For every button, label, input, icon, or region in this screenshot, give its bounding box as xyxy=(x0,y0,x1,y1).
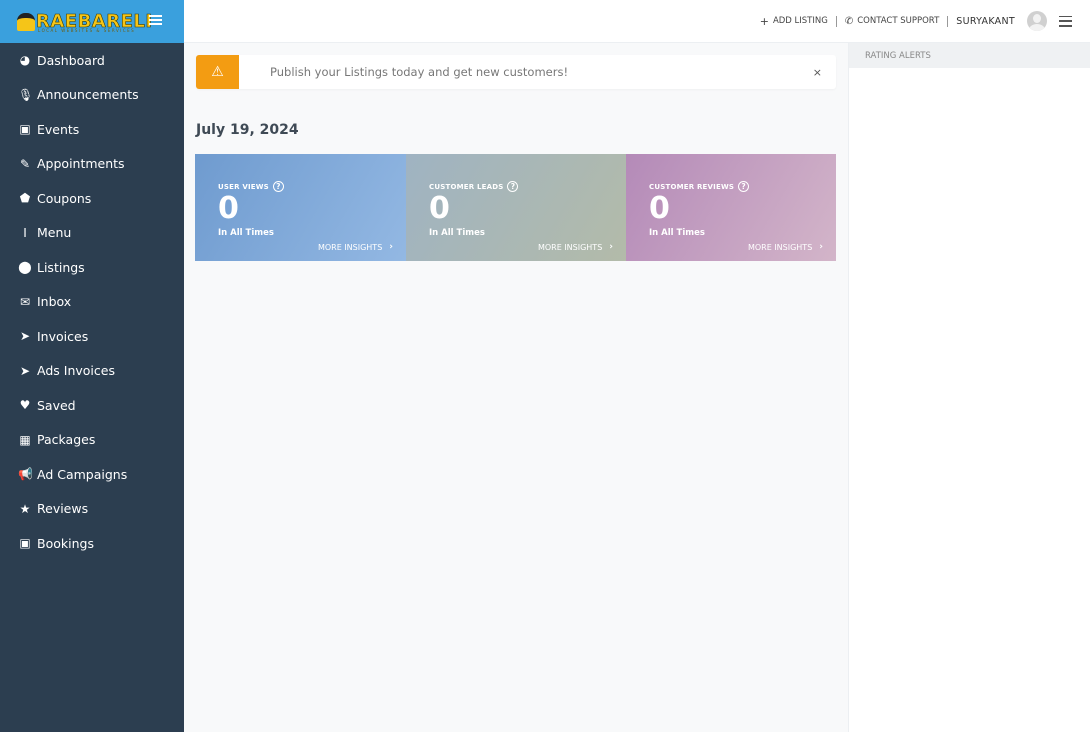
sidebar-item-listings[interactable]: ⬤ Listings xyxy=(0,250,184,285)
edit-icon: ✎ xyxy=(19,156,31,171)
sidebar-item-label: Appointments xyxy=(37,156,125,172)
avatar[interactable] xyxy=(1027,11,1047,31)
chevron-right-icon: › xyxy=(819,242,823,252)
user-views-card: USER VIEWS? 0 In All Times MORE INSIGHTS… xyxy=(195,154,406,261)
card-value: 0 xyxy=(649,191,670,226)
sidebar-item-label: Inbox xyxy=(37,294,72,310)
brand-tagline: LOCAL WEBSITES & SERVICES xyxy=(38,28,136,33)
divider xyxy=(947,15,949,27)
publish-alert: ⚠ Publish your Listings today and get ne… xyxy=(196,55,836,89)
sidebar-nav: ◕ Dashboard 🎙 Announcements ▣ Events ✎ Appoi… xyxy=(0,43,184,561)
contact-support-label: CONTACT SUPPORT xyxy=(857,16,940,26)
microphone-icon: 🎙 xyxy=(18,87,34,102)
plus-icon: + xyxy=(759,14,769,28)
sidebar-item-label: Announcements xyxy=(37,87,139,103)
envelope-icon: ✉ xyxy=(19,294,31,309)
sidebar-item-bookings[interactable]: ▣ Bookings xyxy=(0,526,184,561)
paper-plane-icon: ➤ xyxy=(19,329,31,344)
logo-icon xyxy=(17,12,35,31)
calendar-icon: ▣ xyxy=(19,122,31,137)
more-insights-label: MORE INSIGHTS xyxy=(537,242,603,252)
card-subtitle: In All Times xyxy=(218,228,274,238)
sidebar-item-events[interactable]: ▣ Events xyxy=(0,112,184,147)
sidebar-item-announcements[interactable]: 🎙 Announcements xyxy=(0,78,184,113)
sidebar-item-label: Coupons xyxy=(37,190,92,206)
cutlery-icon: ⵏ xyxy=(23,225,27,240)
card-title: CUSTOMER LEADS xyxy=(429,182,504,191)
sidebar-item-menu[interactable]: ⵏ Menu xyxy=(0,216,184,251)
help-icon[interactable]: ? xyxy=(738,181,750,192)
logo-bar: RAEBARELI LOCAL WEBSITES & SERVICES xyxy=(0,0,184,43)
dashboard-icon: ◕ xyxy=(19,53,31,68)
rating-alerts-title: RATING ALERTS xyxy=(849,43,1090,68)
username[interactable]: SURYAKANT xyxy=(956,16,1015,27)
paper-plane-icon: ➤ xyxy=(19,363,31,378)
more-insights-link[interactable]: MORE INSIGHTS › xyxy=(318,242,393,252)
sidebar-item-label: Menu xyxy=(37,225,72,241)
sidebar-item-saved[interactable]: ♥ Saved xyxy=(0,388,184,423)
stats-cards: USER VIEWS? 0 In All Times MORE INSIGHTS… xyxy=(195,154,836,261)
sidebar-item-appointments[interactable]: ✎ Appointments xyxy=(0,147,184,182)
rating-alerts-panel: RATING ALERTS xyxy=(848,43,1090,732)
contact-support-link[interactable]: ✆ CONTACT SUPPORT xyxy=(845,16,939,27)
divider xyxy=(835,15,837,27)
more-insights-link[interactable]: MORE INSIGHTS › xyxy=(538,242,613,252)
sidebar-item-label: Reviews xyxy=(37,501,89,517)
more-insights-link[interactable]: MORE INSIGHTS › xyxy=(748,242,823,252)
card-subtitle: In All Times xyxy=(649,228,705,238)
sidebar-item-ad-campaigns[interactable]: 📢 Ad Campaigns xyxy=(0,457,184,492)
chevron-right-icon: › xyxy=(389,242,393,252)
card-value: 0 xyxy=(218,191,239,226)
add-listing-label: ADD LISTING xyxy=(772,16,828,26)
close-icon[interactable]: × xyxy=(813,66,822,79)
help-icon[interactable]: ? xyxy=(507,181,519,192)
sidebar-item-label: Invoices xyxy=(37,328,89,344)
card-value: 0 xyxy=(429,191,450,226)
calendar-icon: ▣ xyxy=(19,536,31,551)
chevron-right-icon: › xyxy=(609,242,613,252)
more-insights-label: MORE INSIGHTS xyxy=(747,242,813,252)
page-date: July 19, 2024 xyxy=(196,122,299,138)
top-bar: + ADD LISTING ✆ CONTACT SUPPORT SURYAKAN… xyxy=(184,0,1090,43)
sidebar-item-invoices[interactable]: ➤ Invoices xyxy=(0,319,184,354)
phone-icon: ✆ xyxy=(844,15,854,27)
customer-reviews-card: CUSTOMER REVIEWS? 0 In All Times MORE IN… xyxy=(626,154,836,261)
main-content: ⚠ Publish your Listings today and get ne… xyxy=(184,43,848,732)
card-subtitle: In All Times xyxy=(429,228,485,238)
help-icon[interactable]: ? xyxy=(272,181,284,192)
sidebar-item-label: Ad Campaigns xyxy=(37,466,128,482)
sidebar-item-label: Dashboard xyxy=(37,52,105,68)
menu-icon[interactable] xyxy=(1059,15,1072,27)
card-title: CUSTOMER REVIEWS xyxy=(649,182,735,191)
sidebar-item-inbox[interactable]: ✉ Inbox xyxy=(0,285,184,320)
sidebar-item-label: Packages xyxy=(37,432,96,448)
bullhorn-icon: 📢 xyxy=(18,467,33,482)
sidebar-item-label: Ads Invoices xyxy=(37,363,115,379)
gift-icon: ▦ xyxy=(19,432,31,447)
sidebar-item-ads-invoices[interactable]: ➤ Ads Invoices xyxy=(0,354,184,389)
sidebar-item-label: Saved xyxy=(37,397,76,413)
add-listing-link[interactable]: + ADD LISTING xyxy=(760,15,828,28)
tags-icon: ⬟ xyxy=(19,191,31,206)
more-insights-label: MORE INSIGHTS xyxy=(317,242,383,252)
sidebar-item-label: Events xyxy=(37,121,80,137)
sidebar-item-coupons[interactable]: ⬟ Coupons xyxy=(0,181,184,216)
heart-icon: ♥ xyxy=(19,398,31,413)
alert-message: Publish your Listings today and get new … xyxy=(270,65,569,79)
sidebar-item-label: Listings xyxy=(37,259,85,275)
customer-leads-card: CUSTOMER LEADS? 0 In All Times MORE INSI… xyxy=(406,154,626,261)
map-marker-icon: ⬤ xyxy=(18,260,32,275)
sidebar-item-label: Bookings xyxy=(37,535,94,551)
card-title: USER VIEWS xyxy=(218,182,269,191)
sidebar-item-dashboard[interactable]: ◕ Dashboard xyxy=(0,43,184,78)
sidebar: RAEBARELI LOCAL WEBSITES & SERVICES ◕ Das… xyxy=(0,0,184,732)
warning-icon: ⚠ xyxy=(196,55,239,89)
sidebar-item-packages[interactable]: ▦ Packages xyxy=(0,423,184,458)
sidebar-item-reviews[interactable]: ★ Reviews xyxy=(0,492,184,527)
sidebar-toggle-icon[interactable] xyxy=(149,15,162,27)
star-icon: ★ xyxy=(19,501,31,516)
